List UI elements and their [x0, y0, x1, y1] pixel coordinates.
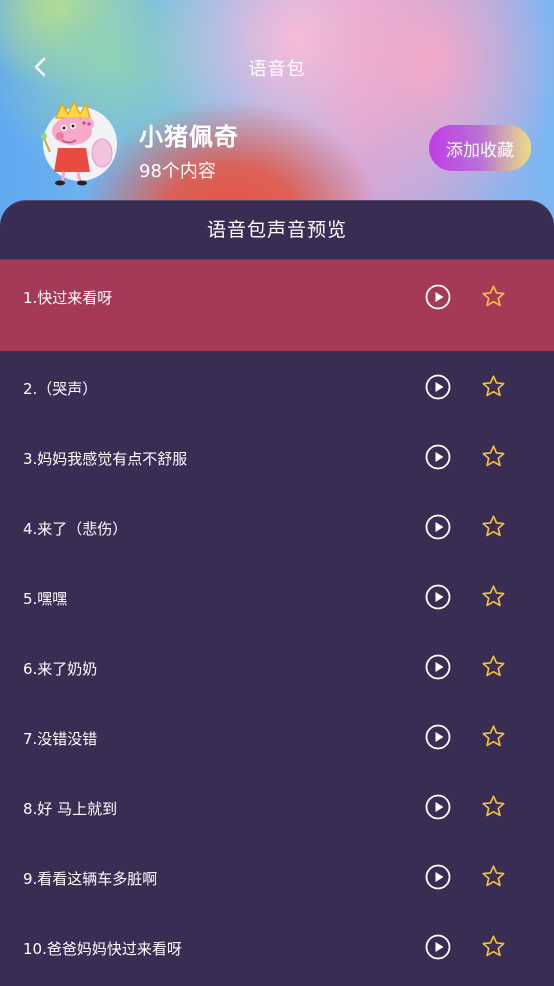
track-row[interactable]: 3.妈妈我感觉有点不舒服: [0, 421, 554, 491]
track-row[interactable]: 2.（哭声）: [0, 351, 554, 421]
track-label: 6.来了奶奶: [23, 660, 98, 678]
play-circle-icon[interactable]: [425, 584, 451, 610]
play-circle-icon[interactable]: [425, 654, 451, 680]
page-title: 语音包: [248, 59, 306, 80]
play-circle-icon[interactable]: [425, 934, 451, 960]
track-row[interactable]: 4.来了（悲伤）: [0, 491, 554, 561]
add-favorite-button[interactable]: 添加收藏: [429, 125, 531, 171]
track-row[interactable]: 5.嘿嘿: [0, 561, 554, 631]
track-label: 8.好 马上就到: [23, 800, 118, 818]
track-row[interactable]: 9.看看这辆车多脏啊: [0, 841, 554, 911]
star-outline-icon[interactable]: [481, 514, 506, 539]
track-row[interactable]: 8.好 马上就到: [0, 771, 554, 841]
play-circle-icon[interactable]: [425, 444, 451, 470]
star-outline-icon[interactable]: [481, 934, 506, 959]
play-circle-icon[interactable]: [425, 514, 451, 540]
track-label: 7.没错没错: [23, 730, 98, 748]
star-outline-icon[interactable]: [481, 284, 506, 309]
play-circle-icon[interactable]: [425, 864, 451, 890]
star-outline-icon[interactable]: [481, 794, 506, 819]
star-outline-icon[interactable]: [481, 864, 506, 889]
track-label: 5.嘿嘿: [23, 590, 68, 608]
track-label: 10.爸爸妈妈快过来看呀: [23, 940, 182, 958]
track-label: 9.看看这辆车多脏啊: [23, 870, 158, 888]
peppa-pig-avatar: [41, 100, 117, 186]
pack-content-count: 98个内容: [139, 161, 216, 182]
track-row[interactable]: 7.没错没错: [0, 701, 554, 771]
star-outline-icon[interactable]: [481, 654, 506, 679]
star-outline-icon[interactable]: [481, 374, 506, 399]
track-row[interactable]: 1.快过来看呀: [0, 260, 554, 351]
pack-name: 小猪佩奇: [139, 123, 239, 151]
track-row[interactable]: 10.爸爸妈妈快过来看呀: [0, 911, 554, 981]
play-circle-icon[interactable]: [425, 374, 451, 400]
play-circle-icon[interactable]: [425, 284, 451, 310]
track-label: 1.快过来看呀: [23, 289, 113, 307]
star-outline-icon[interactable]: [481, 444, 506, 469]
star-outline-icon[interactable]: [481, 724, 506, 749]
track-label: 4.来了（悲伤）: [23, 520, 128, 538]
play-circle-icon[interactable]: [425, 724, 451, 750]
track-row[interactable]: 6.来了奶奶: [0, 631, 554, 701]
play-circle-icon[interactable]: [425, 794, 451, 820]
track-label: 3.妈妈我感觉有点不舒服: [23, 450, 188, 468]
avatar: [38, 98, 118, 186]
star-outline-icon[interactable]: [481, 584, 506, 609]
track-label: 2.（哭声）: [23, 380, 98, 398]
track-list: 1.快过来看呀 2.（哭声） 3.妈妈我感觉有点不舒服 4.来了（悲伤） 5.嘿嘿 6.来…: [0, 260, 554, 981]
voice-preview-panel: 语音包声音预览 1.快过来看呀 2.（哭声） 3.妈妈我感觉有点不舒服 4.来了（悲伤…: [0, 200, 554, 986]
panel-title: 语音包声音预览: [0, 201, 554, 260]
